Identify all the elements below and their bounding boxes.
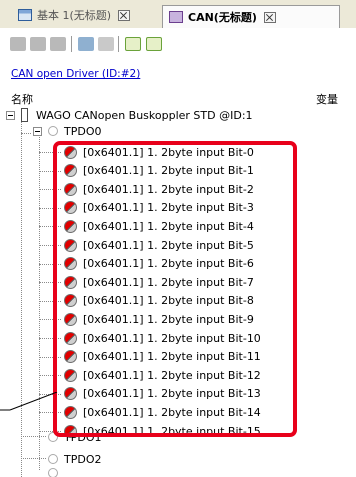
pdo-icon [48, 468, 58, 477]
driver-link[interactable]: CAN open Driver (ID:#2) [11, 68, 140, 80]
tree-node-tpdo2[interactable]: TPDO2 [48, 450, 101, 468]
tab-can-label: CAN(无标题) [188, 11, 257, 24]
device-label: WAGO CANopen Buskoppler STD @ID:1 [36, 108, 253, 122]
tree-guide [39, 134, 40, 470]
paste-icon[interactable] [50, 37, 66, 51]
toolbar [0, 28, 356, 58]
tab-basic[interactable]: 基本 1(无标题) [18, 4, 131, 26]
expand-all-icon[interactable] [125, 37, 141, 51]
cut-icon[interactable] [30, 37, 46, 51]
tpdo2-label: TPDO2 [64, 452, 102, 466]
pdo-icon [48, 126, 58, 136]
close-icon[interactable] [118, 9, 131, 21]
toolbar-separator [71, 36, 72, 52]
window-icon [18, 9, 32, 21]
tree-guide [21, 122, 22, 477]
tab-can[interactable]: CAN(无标题) [162, 5, 340, 28]
can-icon [169, 11, 183, 23]
collapse-icon[interactable] [33, 126, 42, 136]
toolbar-separator [118, 36, 119, 52]
highlight-box [53, 141, 297, 437]
callout-leader-line [0, 392, 58, 411]
column-name: 名称 [11, 93, 33, 106]
tpdo0-label: TPDO0 [64, 124, 102, 138]
tree-node-tpdo0[interactable]: TPDO0 [33, 122, 101, 140]
close-icon[interactable] [263, 11, 276, 23]
tree-guide [21, 133, 31, 134]
tab-basic-label: 基本 1(无标题) [37, 9, 112, 22]
tree-guide [21, 436, 46, 437]
column-variable: 变量 [316, 93, 338, 106]
import-icon[interactable] [10, 37, 26, 51]
column-header: 名称 变量 [0, 88, 356, 106]
add-icon[interactable] [78, 37, 94, 51]
tab-bar: 基本 1(无标题) CAN(无标题) [0, 0, 356, 28]
device-icon [21, 108, 28, 122]
tree-guide [21, 458, 46, 459]
delete-icon[interactable] [98, 37, 114, 51]
collapse-all-icon[interactable] [146, 37, 162, 51]
driver-info-bar: CAN open Driver (ID:#2) [0, 58, 356, 84]
tree-node-tpdo3-partial[interactable] [48, 468, 64, 477]
pdo-icon [48, 454, 58, 464]
collapse-icon[interactable] [6, 110, 15, 120]
